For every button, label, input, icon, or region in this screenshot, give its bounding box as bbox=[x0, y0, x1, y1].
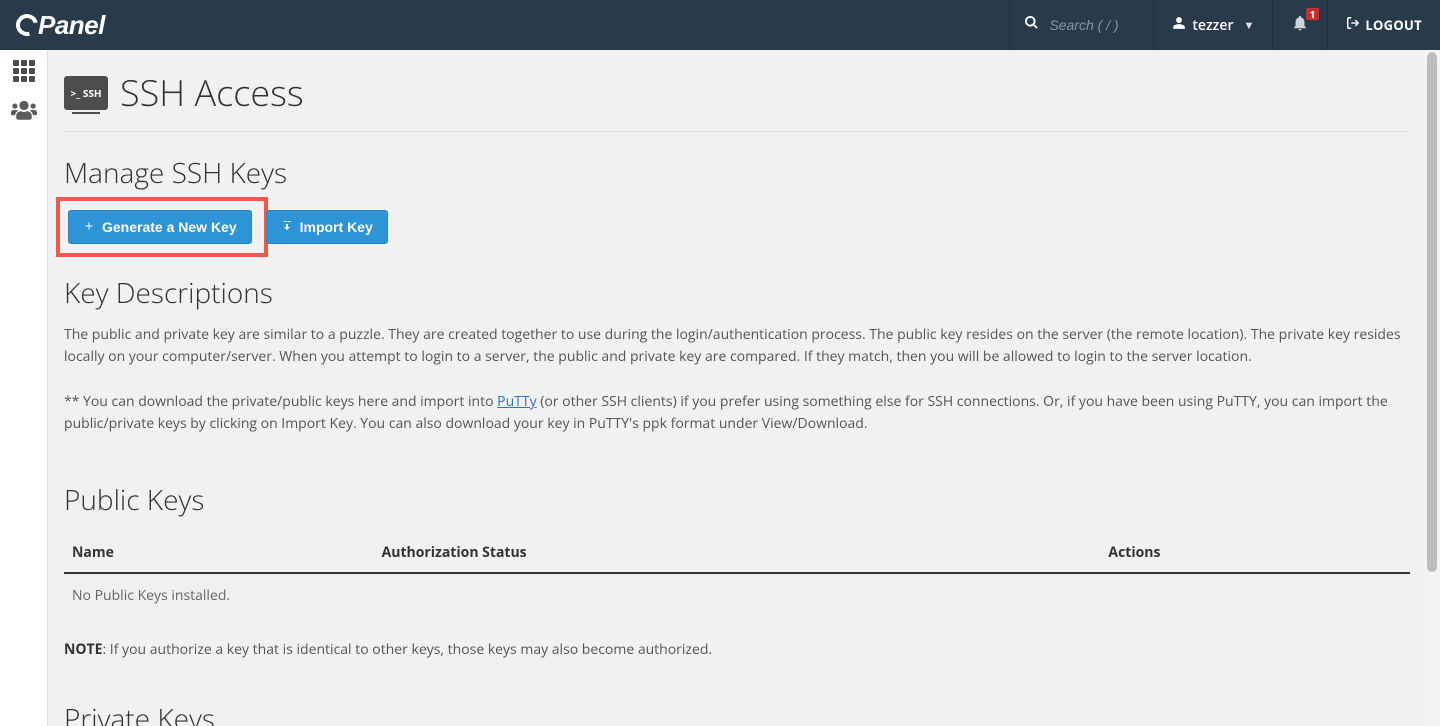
logout-icon bbox=[1346, 16, 1360, 34]
search-block[interactable] bbox=[1009, 0, 1153, 50]
header-right: tezzer ▼ 1 LOGOUT bbox=[1009, 0, 1440, 50]
note-text: : If you authorize a key that is identic… bbox=[102, 640, 712, 659]
search-icon bbox=[1024, 15, 1039, 35]
para2-prefix: ** You can download the private/public k… bbox=[64, 392, 497, 411]
notification-badge: 1 bbox=[1306, 8, 1320, 20]
header: Panel tezzer ▼ 1 LOGOUT bbox=[0, 0, 1440, 50]
col-actions: Actions bbox=[1100, 533, 1410, 573]
private-keys-heading: Private Keys bbox=[64, 700, 1410, 726]
import-icon bbox=[281, 219, 293, 235]
scrollbar-thumb[interactable] bbox=[1427, 52, 1437, 572]
descriptions-paragraph-1: The public and private key are similar t… bbox=[64, 324, 1410, 367]
page-title: SSH Access bbox=[120, 68, 304, 117]
notifications[interactable]: 1 bbox=[1272, 0, 1327, 50]
public-keys-note: NOTE: If you authorize a key that is ide… bbox=[64, 639, 1410, 661]
users-icon[interactable] bbox=[11, 98, 37, 128]
public-keys-empty-text: No Public Keys installed. bbox=[64, 573, 1410, 617]
page-title-row: >_ SSH SSH Access bbox=[64, 60, 1410, 132]
putty-link[interactable]: PuTTy bbox=[497, 392, 536, 411]
highlight-annotation: Generate a New Key bbox=[56, 197, 268, 257]
sidebar bbox=[0, 50, 48, 726]
import-key-button[interactable]: Import Key bbox=[266, 210, 388, 244]
public-keys-table: Name Authorization Status Actions No Pub… bbox=[64, 533, 1410, 617]
caret-down-icon: ▼ bbox=[1244, 18, 1255, 33]
logo-text: Panel bbox=[38, 10, 105, 41]
scrollbar[interactable] bbox=[1424, 50, 1440, 726]
descriptions-paragraph-2: ** You can download the private/public k… bbox=[64, 391, 1410, 434]
user-icon bbox=[1172, 16, 1186, 35]
logout-label: LOGOUT bbox=[1365, 16, 1422, 34]
public-keys-heading: Public Keys bbox=[64, 481, 1410, 519]
col-auth-status: Authorization Status bbox=[374, 533, 1101, 573]
username-label: tezzer bbox=[1192, 16, 1233, 35]
generate-key-button[interactable]: Generate a New Key bbox=[68, 210, 252, 244]
public-keys-empty-row: No Public Keys installed. bbox=[64, 573, 1410, 617]
cpanel-logo[interactable]: Panel bbox=[16, 10, 105, 41]
search-input[interactable] bbox=[1049, 17, 1139, 33]
manage-keys-heading: Manage SSH Keys bbox=[64, 154, 1410, 192]
user-menu[interactable]: tezzer ▼ bbox=[1153, 0, 1272, 50]
ssh-access-icon: >_ SSH bbox=[64, 76, 108, 110]
import-key-label: Import Key bbox=[300, 219, 373, 235]
page-content: >_ SSH SSH Access Manage SSH Keys Genera… bbox=[48, 50, 1440, 726]
apps-grid-icon[interactable] bbox=[13, 60, 35, 82]
key-actions-row: Generate a New Key Import Key bbox=[64, 206, 1410, 248]
logout-button[interactable]: LOGOUT bbox=[1327, 0, 1440, 50]
plus-icon bbox=[83, 219, 95, 235]
generate-key-label: Generate a New Key bbox=[102, 219, 237, 235]
table-header-row: Name Authorization Status Actions bbox=[64, 533, 1410, 573]
note-label: NOTE bbox=[64, 640, 102, 659]
key-descriptions-heading: Key Descriptions bbox=[64, 274, 1410, 312]
col-name: Name bbox=[64, 533, 374, 573]
